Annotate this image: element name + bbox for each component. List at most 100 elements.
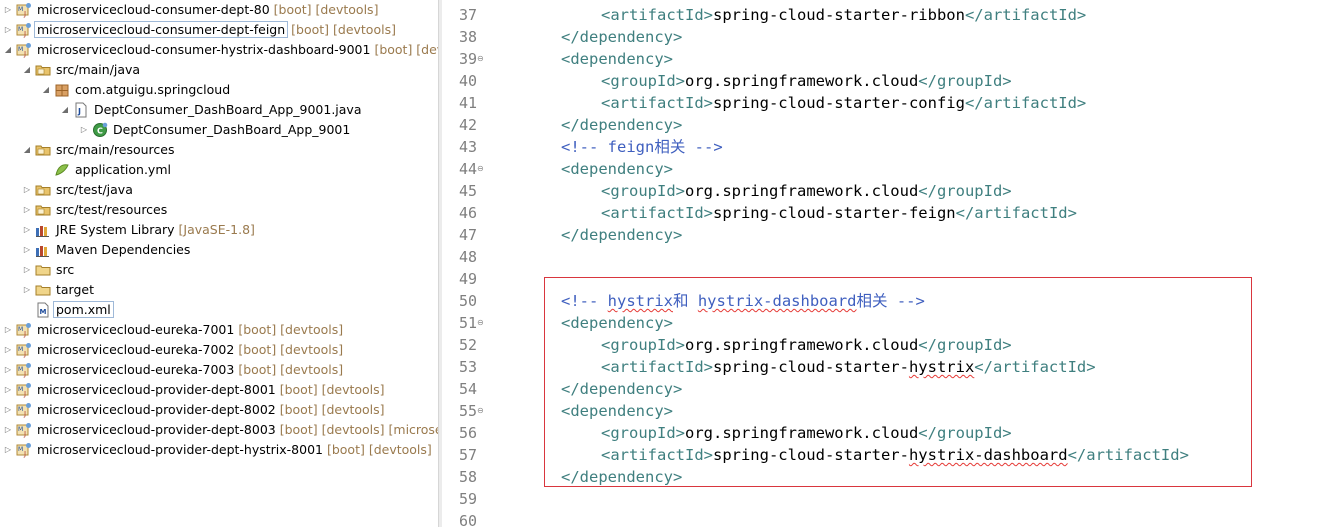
source-folder-icon xyxy=(35,202,51,218)
tree-item[interactable]: ▷ M Jmicroservicecloud-eureka-7003 [boot] … xyxy=(0,360,438,380)
xml-tag: <dependency> xyxy=(561,314,673,332)
tree-item[interactable]: ◢ com.atguigu.springcloud xyxy=(0,80,438,100)
tree-item[interactable]: ▷ M Jmicroservicecloud-consumer-dept-feign… xyxy=(0,20,438,40)
code-line[interactable]: </dependency> xyxy=(561,466,682,488)
xml-comment: 和 xyxy=(673,292,698,310)
maven-project-icon: MJ xyxy=(16,42,32,58)
java-class-icon: C xyxy=(92,122,108,138)
line-number: 49 xyxy=(458,270,477,288)
expand-arrow-icon[interactable]: ▷ xyxy=(22,200,32,220)
expand-arrow-icon[interactable]: ▷ xyxy=(3,400,13,420)
code-line[interactable]: <!-- hystrix和 hystrix-dashboard相关 --> xyxy=(561,290,925,312)
expand-arrow-icon[interactable]: ▷ xyxy=(3,420,13,440)
tree-item[interactable]: ▷ src/test/java xyxy=(0,180,438,200)
line-number: 38 xyxy=(458,28,477,46)
line-number: 40 xyxy=(458,72,477,90)
tree-item[interactable]: ▷ M Jmicroservicecloud-provider-dept-8001 … xyxy=(0,380,438,400)
expand-arrow-icon[interactable]: ▷ xyxy=(22,220,32,240)
tree-item[interactable]: ▷ C DeptConsumer_DashBoard_App_9001 xyxy=(0,120,438,140)
tree-item-label: target xyxy=(56,280,94,300)
fold-toggle-icon[interactable]: ⊖ xyxy=(477,48,486,70)
xml-tag: </dependency> xyxy=(561,226,683,244)
tree-item-decoration: [boot] [devtools] xyxy=(234,362,344,377)
line-number: 58 xyxy=(458,468,477,486)
tree-item[interactable]: ▷ target xyxy=(0,280,438,300)
code-line[interactable]: <dependency> xyxy=(561,158,673,180)
fold-toggle-icon[interactable]: ⊖ xyxy=(477,158,486,180)
tree-item[interactable]: ▷ src xyxy=(0,260,438,280)
maven-project-icon: MJ xyxy=(16,342,32,358)
expand-arrow-icon[interactable]: ▷ xyxy=(22,240,32,260)
expand-arrow-icon[interactable]: ▷ xyxy=(79,120,89,140)
collapse-arrow-icon[interactable]: ◢ xyxy=(22,140,32,160)
tree-item[interactable]: ◢ J DeptConsumer_DashBoard_App_9001.java xyxy=(0,100,438,120)
tree-item[interactable]: ▷ JRE System Library [JavaSE-1.8] xyxy=(0,220,438,240)
tree-item[interactable]: ◢ src/main/resources xyxy=(0,140,438,160)
code-line[interactable]: <artifactId>spring-cloud-starter-ribbon<… xyxy=(601,4,1086,26)
tree-item[interactable]: application.yml xyxy=(0,160,438,180)
collapse-arrow-icon[interactable]: ◢ xyxy=(3,40,13,60)
expand-arrow-icon[interactable]: ▷ xyxy=(3,0,13,20)
pom-file-icon: M xyxy=(35,302,51,318)
tree-item-name: src/main/java xyxy=(56,62,141,77)
code-line[interactable]: </dependency> xyxy=(561,114,682,136)
line-number: 54 xyxy=(458,380,477,398)
tree-item[interactable]: ▷ M Jmicroservicecloud-provider-dept-hystr… xyxy=(0,440,438,460)
tree-item[interactable]: ◢ M Jmicroservicecloud-consumer-hystrix-da… xyxy=(0,40,438,60)
tree-item[interactable]: ▷ M Jmicroservicecloud-consumer-dept-80 [b… xyxy=(0,0,438,20)
fold-toggle-icon[interactable]: ⊖ xyxy=(477,400,486,422)
tree-item[interactable]: ▷ M Jmicroservicecloud-eureka-7002 [boot] … xyxy=(0,340,438,360)
svg-text:M: M xyxy=(18,406,23,413)
fold-toggle-icon[interactable]: ⊖ xyxy=(477,312,486,334)
tree-item-name: JRE System Library xyxy=(56,222,175,237)
expand-arrow-icon[interactable]: ▷ xyxy=(3,440,13,460)
expand-arrow-icon[interactable]: ▷ xyxy=(3,360,13,380)
xml-tag: <dependency> xyxy=(561,160,673,178)
code-line[interactable]: <artifactId>spring-cloud-starter-feign</… xyxy=(601,202,1077,224)
tree-item[interactable]: ▷ Maven Dependencies xyxy=(0,240,438,260)
code-line[interactable]: <artifactId>spring-cloud-starter-hystrix… xyxy=(601,444,1189,466)
code-line[interactable]: <artifactId>spring-cloud-starter-hystrix… xyxy=(601,356,1096,378)
code-line[interactable]: </dependency> xyxy=(561,26,682,48)
tree-item[interactable]: ◢ src/main/java xyxy=(0,60,438,80)
expand-arrow-icon[interactable]: ▷ xyxy=(22,260,32,280)
tree-item[interactable]: ▷ src/test/resources xyxy=(0,200,438,220)
tree-item-label: DeptConsumer_DashBoard_App_9001.java xyxy=(94,100,362,120)
expand-arrow-icon[interactable]: ▷ xyxy=(22,180,32,200)
code-line[interactable]: </dependency> xyxy=(561,224,682,246)
code-line[interactable]: <artifactId>spring-cloud-starter-config<… xyxy=(601,92,1086,114)
code-line[interactable]: <dependency> xyxy=(561,312,673,334)
expand-arrow-icon[interactable]: ▷ xyxy=(3,340,13,360)
code-line[interactable]: <!-- feign相关 --> xyxy=(561,136,723,158)
tree-item-decoration: [boot] [devtools] xyxy=(323,442,432,457)
collapse-arrow-icon[interactable]: ◢ xyxy=(41,80,51,100)
xml-text: org.springframework.cloud xyxy=(685,424,919,442)
sash-divider[interactable] xyxy=(438,0,442,527)
tree-item[interactable]: ▷ M Jmicroservicecloud-eureka-7001 [boot] … xyxy=(0,320,438,340)
expand-arrow-icon[interactable]: ▷ xyxy=(22,280,32,300)
java-file-icon: J xyxy=(73,102,89,118)
xml-text: spring-cloud-starter- xyxy=(712,358,909,376)
xml-text: spring-cloud-starter-config xyxy=(712,94,965,112)
tree-item-decoration: [boot] [devtools] xyxy=(287,22,396,37)
code-line[interactable]: <dependency> xyxy=(561,48,673,70)
expand-arrow-icon[interactable]: ▷ xyxy=(3,20,13,40)
line-number: 37 xyxy=(458,6,477,24)
collapse-arrow-icon[interactable]: ◢ xyxy=(60,100,70,120)
source-folder-icon xyxy=(35,62,51,78)
code-line[interactable]: </dependency> xyxy=(561,378,682,400)
code-line[interactable]: <groupId>org.springframework.cloud</grou… xyxy=(601,422,1012,444)
collapse-arrow-icon[interactable]: ◢ xyxy=(22,60,32,80)
code-line[interactable]: <dependency> xyxy=(561,400,673,422)
expand-arrow-icon[interactable]: ▷ xyxy=(3,380,13,400)
code-line[interactable]: <groupId>org.springframework.cloud</grou… xyxy=(601,70,1012,92)
code-line[interactable]: <groupId>org.springframework.cloud</grou… xyxy=(601,334,1012,356)
tree-item[interactable]: ▷ M Jmicroservicecloud-provider-dept-8002 … xyxy=(0,400,438,420)
svg-text:J: J xyxy=(23,10,26,18)
xml-editor[interactable]: 37 38 39 ⊖ 40 41 42 43 44 ⊖ 45 46 47 48 49 50 51 ⊖ 52 53 54 5… xyxy=(443,0,1324,527)
tree-item[interactable]: ▷ M Jmicroservicecloud-provider-dept-8003 … xyxy=(0,420,438,440)
code-line[interactable]: <groupId>org.springframework.cloud</grou… xyxy=(601,180,1012,202)
svg-text:J: J xyxy=(23,30,26,38)
expand-arrow-icon[interactable]: ▷ xyxy=(3,320,13,340)
tree-item[interactable]: Mpom.xml xyxy=(0,300,438,320)
